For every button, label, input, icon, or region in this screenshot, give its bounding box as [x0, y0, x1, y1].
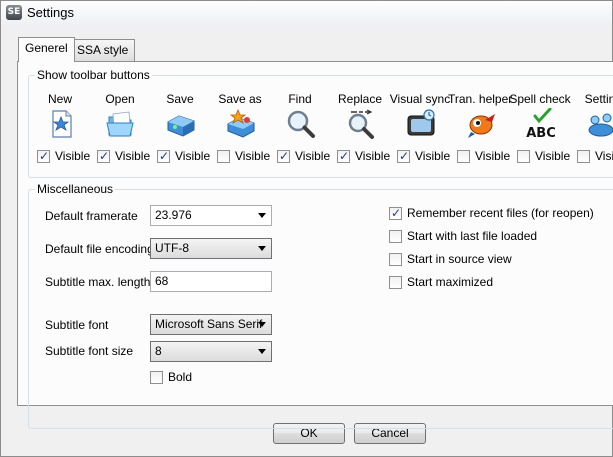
visible-checkbox-replace[interactable] [337, 149, 350, 163]
tool-label: New [47, 92, 72, 106]
visible-label: Visible [55, 149, 91, 163]
save-drive-icon [167, 115, 195, 137]
start-maximized-checkbox[interactable] [389, 276, 402, 289]
window-title: Settings [27, 5, 74, 20]
miscellaneous-group: Miscellaneous Default framerate 23.976 D… [28, 182, 613, 429]
settings-window: SE Settings Generel SSA style Show toolb… [0, 0, 613, 457]
open-folder-icon [106, 111, 134, 137]
settings-icon [588, 113, 613, 137]
app-icon: SE [6, 5, 22, 20]
toolbar-item-open: Open Visible [88, 89, 152, 171]
visible-label: Visible [355, 149, 391, 163]
translate-helper-icon [468, 114, 495, 138]
replace-magnifier-icon [348, 109, 374, 139]
framerate-combo[interactable]: 23.976 [150, 205, 272, 226]
visible-label: Visible [295, 149, 331, 163]
toolbar-item-spell-check: Spell check ABC Visible [508, 89, 572, 171]
chevron-down-icon [258, 213, 266, 218]
toolbar-item-find: Find Visible [268, 89, 332, 171]
magnifier-icon [287, 110, 315, 138]
start-last-file-checkbox[interactable] [389, 230, 402, 243]
bold-checkbox[interactable] [150, 371, 163, 384]
start-source-view-label: Start in source view [407, 252, 512, 266]
chevron-down-icon [258, 246, 266, 251]
chevron-down-icon [258, 322, 266, 327]
encoding-combo[interactable]: UTF-8 [150, 238, 272, 259]
visible-label: Visible [175, 149, 211, 163]
visible-checkbox-settings[interactable] [577, 150, 590, 163]
toolbar-item-replace: Replace Visible [328, 89, 392, 171]
visible-checkbox-save-as[interactable] [217, 150, 230, 163]
toolbar-item-settings: Settin Visible [568, 89, 613, 171]
visible-checkbox-find[interactable] [277, 149, 290, 163]
visible-label: Visible [415, 149, 451, 163]
title-bar[interactable]: SE Settings [1, 1, 612, 25]
visible-checkbox-open[interactable] [97, 149, 110, 163]
tool-label: Spell check [509, 92, 571, 106]
visible-checkbox-spell-check[interactable] [517, 150, 530, 163]
encoding-value: UTF-8 [155, 241, 189, 255]
visual-sync-tv-icon [407, 109, 435, 136]
framerate-value: 23.976 [155, 208, 192, 222]
tool-label: Replace [337, 92, 383, 106]
visible-checkbox-tran-helper[interactable] [457, 150, 470, 163]
tab-generel[interactable]: Generel [18, 37, 75, 62]
start-source-view-checkbox[interactable] [389, 253, 402, 266]
subtitle-font-value: Microsoft Sans Serif [155, 317, 263, 331]
max-length-label: Subtitle max. length [45, 275, 151, 289]
misc-group-title: Miscellaneous [35, 182, 116, 196]
toolbar-item-tran-helper: Tran. helper Visible [448, 89, 512, 171]
visible-checkbox-save[interactable] [157, 149, 170, 163]
toolbar-buttons-group: Show toolbar buttons New Visible Open [28, 68, 613, 178]
visible-checkbox-new[interactable] [37, 149, 50, 163]
visible-label: Visible [535, 149, 571, 163]
font-size-combo[interactable]: 8 [150, 341, 272, 362]
spell-check-abc-icon: ABC [526, 108, 556, 140]
font-size-value: 8 [155, 344, 162, 358]
visible-label: Visible [235, 149, 271, 163]
tool-label: Settin [584, 92, 613, 106]
toolbar-item-save-as: Save as Visible [208, 89, 272, 171]
toolbar-group-title: Show toolbar buttons [35, 68, 152, 82]
tab-panel-generel: Show toolbar buttons New Visible Open [17, 61, 613, 429]
save-as-star-icon [227, 108, 255, 138]
start-maximized-label: Start maximized [407, 275, 494, 289]
subtitle-font-label: Subtitle font [45, 318, 109, 332]
dialog-client-area: Generel SSA style Show toolbar buttons N… [1, 25, 613, 456]
visible-label: Visible [595, 149, 613, 163]
visible-checkbox-visual-sync[interactable] [397, 149, 410, 163]
toolbar-item-visual-sync: Visual sync Visible [388, 89, 452, 171]
encoding-label: Default file encoding [45, 242, 154, 256]
tab-ssa-style[interactable]: SSA style [70, 39, 136, 61]
start-last-file-label: Start with last file loaded [407, 229, 538, 243]
tool-label: Save [166, 92, 194, 106]
max-length-input[interactable]: 68 [150, 271, 272, 292]
tool-label: Open [105, 92, 135, 106]
toolbar-item-new: New Visible [28, 89, 92, 171]
bold-label: Bold [168, 370, 193, 384]
remember-recent-files-label: Remember recent files (for reopen) [407, 206, 594, 220]
remember-recent-files-checkbox[interactable] [389, 206, 402, 220]
svg-text:ABC: ABC [526, 126, 556, 140]
visible-label: Visible [475, 149, 511, 163]
font-size-label: Subtitle font size [45, 344, 134, 358]
tool-label: Save as [218, 92, 262, 106]
chevron-down-icon [258, 349, 266, 354]
subtitle-font-combo[interactable]: Microsoft Sans Serif [150, 314, 272, 335]
tool-label: Tran. helper [448, 92, 513, 106]
tool-label: Visual sync [389, 92, 451, 106]
framerate-label: Default framerate [45, 209, 138, 223]
new-file-star-icon [52, 110, 72, 138]
tool-label: Find [288, 92, 312, 106]
visible-label: Visible [115, 149, 151, 163]
toolbar-item-save: Save Visible [148, 89, 212, 171]
